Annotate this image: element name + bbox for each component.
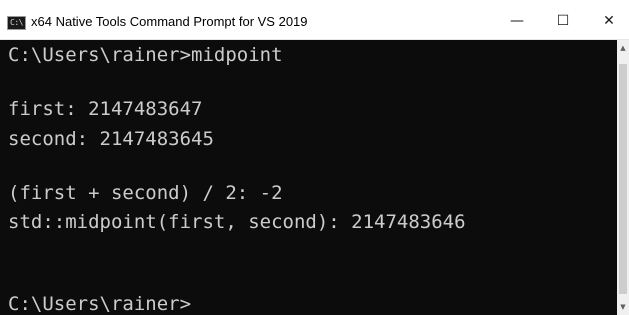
console-line: C:\Users\rainer>midpoint	[8, 44, 283, 66]
console-output[interactable]: C:\Users\rainer>midpoint first: 21474836…	[0, 40, 617, 315]
console-line: second: 2147483645	[8, 128, 214, 150]
command-prompt-window: C:\ x64 Native Tools Command Prompt for …	[0, 0, 629, 315]
console-line: std::midpoint(first, second): 2147483646	[8, 211, 466, 233]
window-title: x64 Native Tools Command Prompt for VS 2…	[31, 14, 308, 29]
title-bar[interactable]: C:\ x64 Native Tools Command Prompt for …	[0, 0, 629, 40]
console-app-icon[interactable]: C:\	[7, 16, 26, 30]
maximize-button[interactable]: ☐	[540, 4, 586, 38]
scroll-down-icon[interactable]: ▼	[617, 299, 629, 315]
vertical-scrollbar[interactable]: ▲ ▼	[617, 40, 629, 315]
close-button[interactable]: ✕	[586, 4, 629, 38]
console-app-icon-text: C:\	[10, 18, 23, 27]
console-line: (first + second) / 2: -2	[8, 182, 283, 204]
scrollbar-thumb[interactable]	[619, 64, 627, 294]
scroll-up-icon[interactable]: ▲	[617, 40, 629, 56]
console-line: first: 2147483647	[8, 98, 203, 120]
console-prompt-line: C:\Users\rainer>	[8, 293, 192, 315]
minimize-button[interactable]: —	[494, 4, 540, 38]
